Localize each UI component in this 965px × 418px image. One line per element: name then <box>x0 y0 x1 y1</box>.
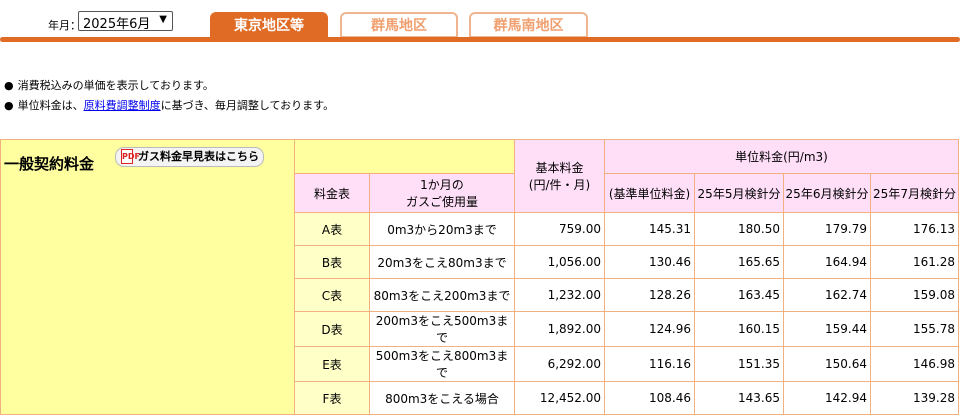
unit-price-cell: 150.64 <box>783 346 871 382</box>
unit-price-cell: 164.94 <box>783 245 871 279</box>
unit-price-cell: 176.13 <box>870 212 959 246</box>
unit-price-cell: 145.31 <box>604 212 695 246</box>
unit-price-cell: 179.79 <box>783 212 871 246</box>
usage-cell: 20m3をこえ80m3まで <box>369 245 515 279</box>
unit-price-cell: 130.46 <box>604 245 695 279</box>
section-filler <box>294 139 515 174</box>
basic-fee-header-line1: 基本料金 <box>535 161 584 175</box>
unit-price-cell: 165.65 <box>694 245 784 279</box>
bullet-icon: ● <box>4 99 14 112</box>
bullet-icon: ● <box>4 79 14 92</box>
unit-price-cell: 128.26 <box>604 278 695 312</box>
note-suffix: に基づき、毎月調整しております。 <box>160 99 335 112</box>
unit-price-cell: 142.94 <box>783 381 871 415</box>
basic-fee-cell: 1,232.00 <box>514 278 605 312</box>
note-tax: ● 消費税込みの単価を表示しております。 <box>4 77 214 93</box>
unit-price-cell: 160.15 <box>694 311 784 347</box>
rate-name-cell: E表 <box>294 346 370 382</box>
fuel-cost-adjustment-link[interactable]: 原料費調整制度 <box>84 99 161 112</box>
tab-underline <box>0 37 960 42</box>
note-prefix: 単位料金は、 <box>17 99 84 112</box>
unit-sub-header: 25年7月検針分 <box>870 173 959 213</box>
usage-cell: 200m3をこえ500m3まで <box>369 311 515 347</box>
unit-price-cell: 116.16 <box>604 346 695 382</box>
usage-header-line1: 1か月の <box>420 178 464 192</box>
usage-cell: 500m3をこえ800m3まで <box>369 346 515 382</box>
unit-sub-header: 25年5月検針分 <box>694 173 784 213</box>
top-bar: 年月： 2025年6月 ▼ 東京地区等 群馬地区 群馬南地区 <box>0 0 965 42</box>
unit-price-cell: 139.28 <box>870 381 959 415</box>
tab-gunma[interactable]: 群馬地区 <box>340 12 458 38</box>
unit-price-cell: 151.35 <box>694 346 784 382</box>
pdf-button-label: ガス料金早見表はこちら <box>138 150 259 163</box>
chevron-down-icon: ▼ <box>159 14 167 25</box>
month-select-value: 2025年6月 <box>83 17 151 32</box>
unit-price-cell: 146.98 <box>870 346 959 382</box>
note-text: 消費税込みの単価を表示しております。 <box>17 79 214 92</box>
usage-cell: 800m3をこえる場合 <box>369 381 515 415</box>
basic-fee-cell: 1,056.00 <box>514 245 605 279</box>
section-cell: 一般契約料金 PDF ガス料金早見表はこちら <box>0 139 295 415</box>
unit-price-cell: 180.50 <box>694 212 784 246</box>
month-select[interactable]: 2025年6月 ▼ <box>78 11 173 32</box>
rate-name-cell: F表 <box>294 381 370 415</box>
unit-price-cell: 155.78 <box>870 311 959 347</box>
unit-price-cell: 162.74 <box>783 278 871 312</box>
rate-table: 一般契約料金 PDF ガス料金早見表はこちら 基本料金 (円/件・月) 単位料金… <box>0 139 959 415</box>
basic-fee-header-line2: (円/件・月) <box>528 178 591 192</box>
unit-price-cell: 161.28 <box>870 245 959 279</box>
tab-label: 東京地区等 <box>234 18 304 34</box>
tab-tokyo[interactable]: 東京地区等 <box>210 12 328 38</box>
basic-fee-cell: 759.00 <box>514 212 605 246</box>
usage-header: 1か月の ガスご使用量 <box>369 173 515 213</box>
unit-price-cell: 159.08 <box>870 278 959 312</box>
section-title: 一般契約料金 <box>4 155 95 173</box>
usage-cell: 0m3から20m3まで <box>369 212 515 246</box>
rate-name-cell: D表 <box>294 311 370 347</box>
unit-price-cell: 143.65 <box>694 381 784 415</box>
tab-gunma-south[interactable]: 群馬南地区 <box>469 12 588 38</box>
month-label: 年月： <box>48 19 81 32</box>
rate-name-cell: A表 <box>294 212 370 246</box>
unit-price-cell: 159.44 <box>783 311 871 347</box>
tab-label: 群馬南地区 <box>493 18 564 34</box>
pdf-rate-table-button[interactable]: PDF ガス料金早見表はこちら <box>115 147 264 167</box>
basic-fee-cell: 12,452.00 <box>514 381 605 415</box>
unit-sub-header: (基準単位料金) <box>604 173 695 213</box>
basic-fee-cell: 6,292.00 <box>514 346 605 382</box>
rate-table-header: 料金表 <box>294 173 370 213</box>
note-unit-price: ● 単位料金は、原料費調整制度に基づき、毎月調整しております。 <box>4 97 334 113</box>
unit-price-cell: 124.96 <box>604 311 695 347</box>
unit-price-cell: 108.46 <box>604 381 695 415</box>
unit-sub-header: 25年6月検針分 <box>783 173 871 213</box>
basic-fee-header: 基本料金 (円/件・月) <box>514 139 605 213</box>
usage-header-line2: ガスご使用量 <box>405 195 478 209</box>
usage-cell: 80m3をこえ200m3まで <box>369 278 515 312</box>
rate-name-cell: C表 <box>294 278 370 312</box>
pdf-icon: PDF <box>121 149 140 164</box>
tab-label: 群馬地区 <box>371 18 427 34</box>
rate-name-cell: B表 <box>294 245 370 279</box>
unit-price-cell: 163.45 <box>694 278 784 312</box>
basic-fee-cell: 1,892.00 <box>514 311 605 347</box>
unit-price-header: 単位料金(円/m3) <box>604 139 959 174</box>
